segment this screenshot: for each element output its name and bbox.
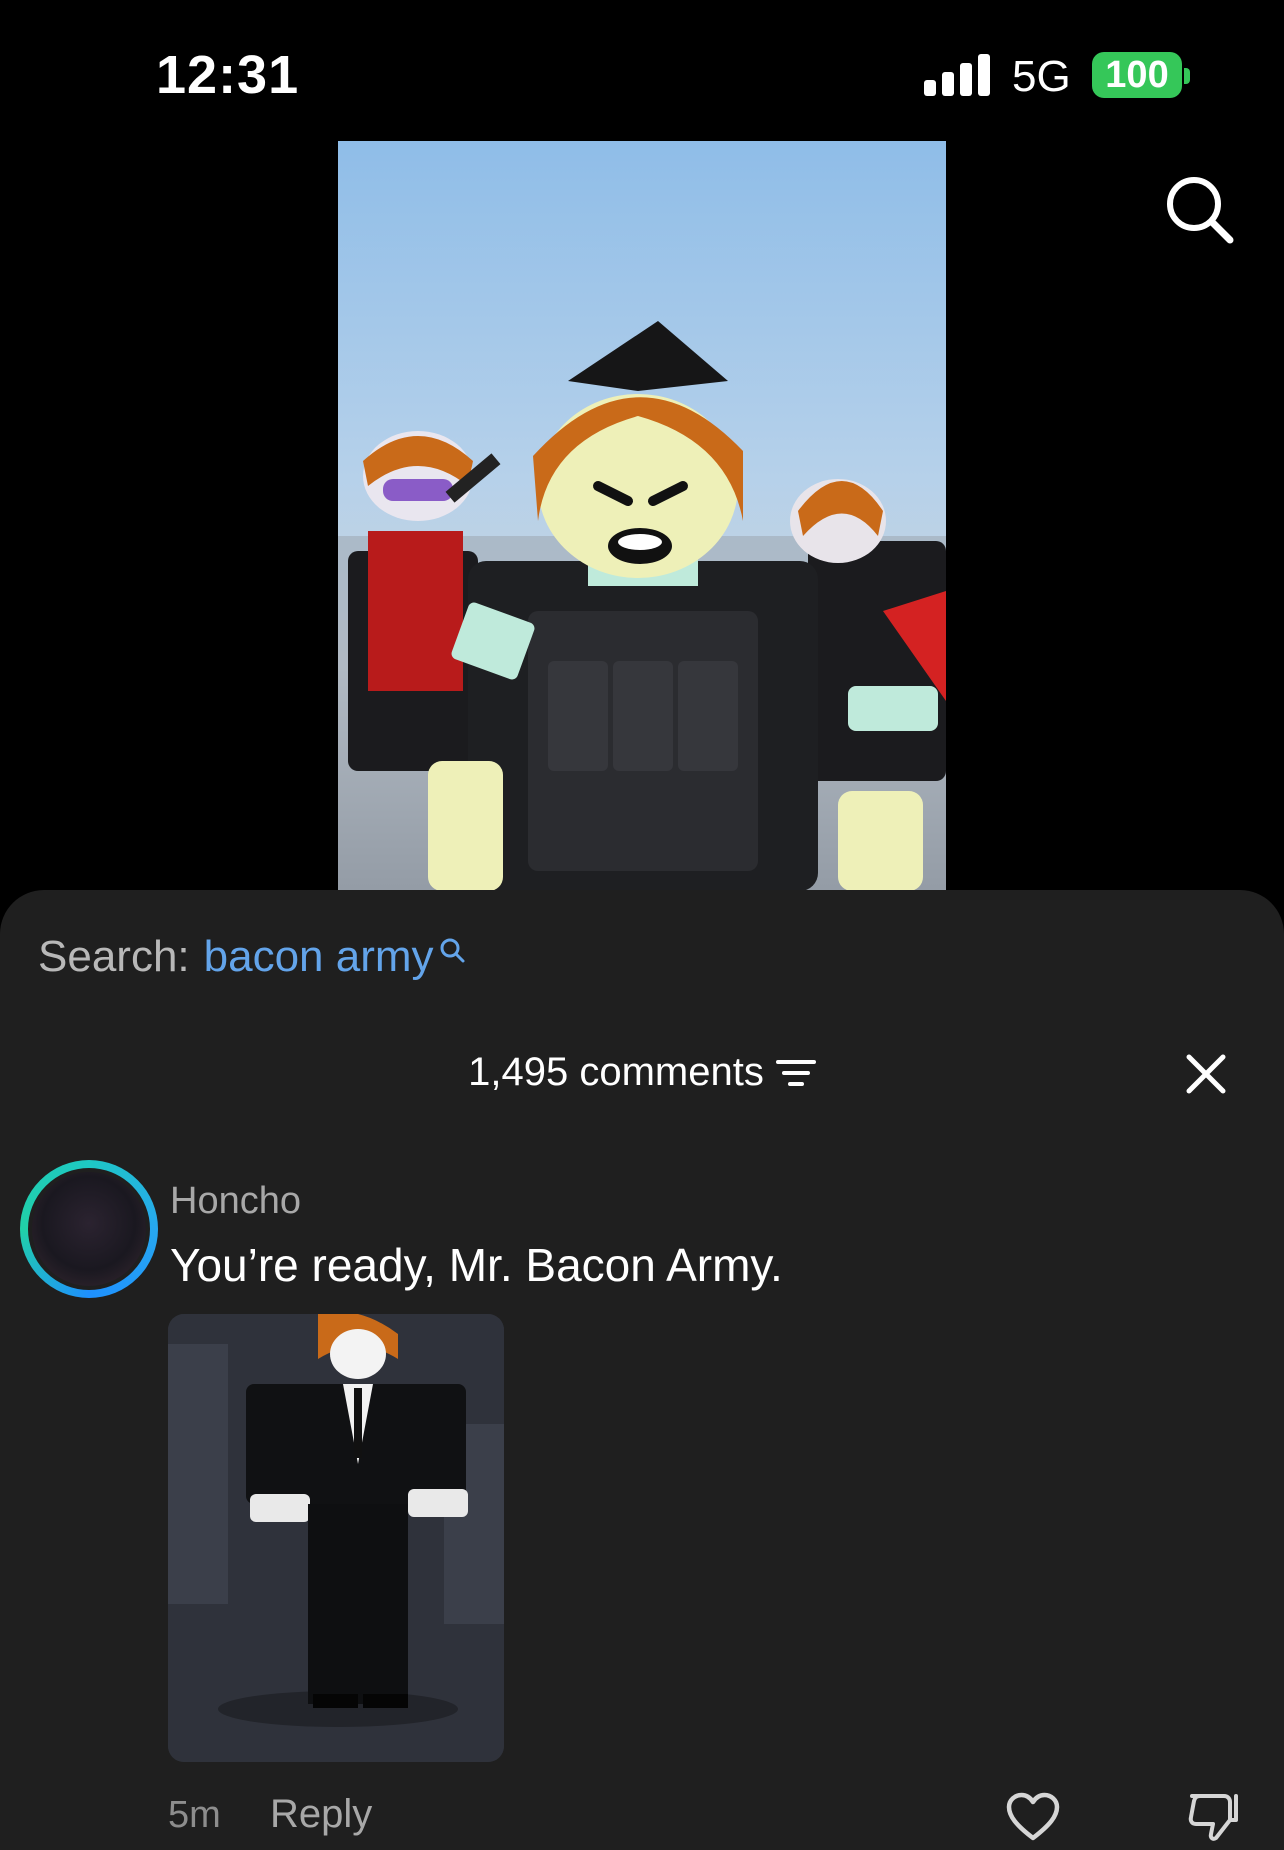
status-time: 12:31 — [156, 45, 300, 105]
video-player[interactable]: th3bacon — [338, 141, 946, 891]
status-bar: 12:31 5G 100 — [0, 0, 1284, 140]
signal-icon — [924, 54, 990, 96]
avatar[interactable] — [20, 1160, 158, 1298]
reply-button[interactable]: Reply — [270, 1792, 372, 1837]
related-search[interactable]: Search: bacon army — [38, 932, 466, 982]
comment-username[interactable]: Honcho — [170, 1180, 301, 1223]
comments-count: 1,495 comments — [468, 1050, 764, 1094]
search-icon — [440, 938, 465, 963]
comments-header: 1,495 comments — [0, 1050, 1284, 1110]
comment-image-illustration — [168, 1314, 504, 1762]
search-prefix: Search: — [38, 932, 190, 981]
video-frame — [338, 321, 946, 891]
comments-count-button[interactable]: 1,495 comments — [468, 1050, 816, 1095]
network-type: 5G — [1012, 52, 1071, 101]
heart-icon[interactable] — [1006, 1792, 1060, 1842]
dislike-icon[interactable] — [1186, 1792, 1240, 1842]
avatar-image — [28, 1168, 150, 1290]
close-icon[interactable] — [1186, 1054, 1226, 1094]
comment-image[interactable] — [168, 1314, 504, 1762]
search-icon[interactable] — [1162, 172, 1238, 248]
battery-level: 100 — [1105, 53, 1169, 96]
comment-timestamp: 5m — [168, 1794, 221, 1836]
battery-tip — [1184, 68, 1190, 84]
battery-indicator: 100 — [1092, 52, 1182, 98]
search-term-link[interactable]: bacon army — [204, 932, 434, 982]
sort-icon[interactable] — [775, 1057, 816, 1089]
comment-text: You’re ready, Mr. Bacon Army. — [170, 1239, 783, 1291]
